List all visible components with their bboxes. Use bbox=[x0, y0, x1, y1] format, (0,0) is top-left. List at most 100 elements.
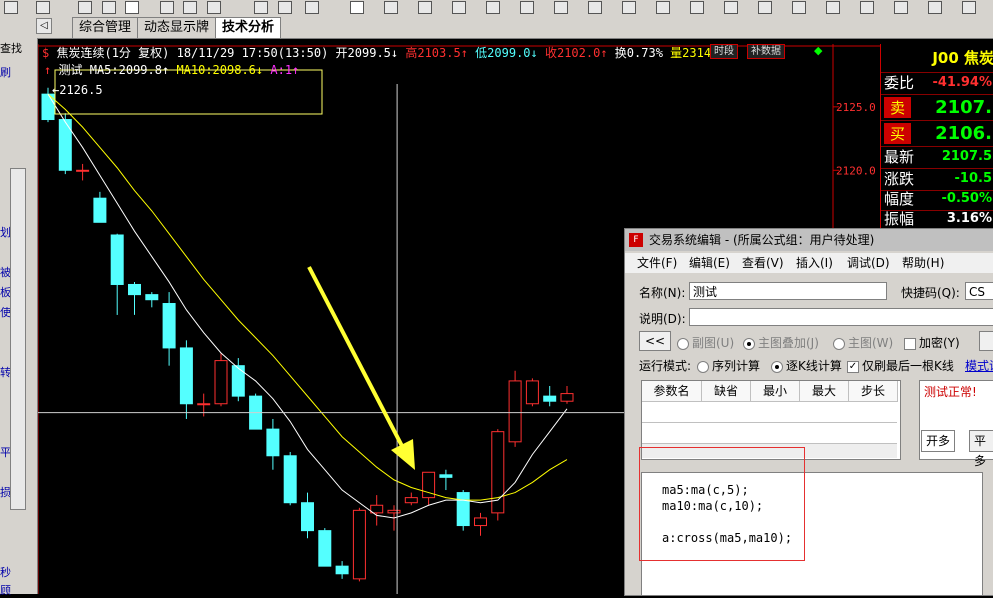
encrypt-checkbox[interactable]: 加密(Y) bbox=[904, 334, 960, 351]
candle-body bbox=[110, 234, 124, 285]
dialog-titlebar[interactable]: F 交易系统编辑 - (所属公式组：用户待处理) bbox=[625, 229, 993, 251]
radio-sequence-label: 序列计算 bbox=[712, 359, 761, 373]
param-col-min[interactable]: 最小 bbox=[751, 381, 800, 402]
param-col-step[interactable]: 步长 bbox=[849, 381, 898, 402]
tab-close-long[interactable]: 平多 bbox=[969, 430, 993, 468]
menu-edit[interactable]: 编辑(E) bbox=[689, 253, 730, 273]
quote-label: 最新 bbox=[884, 148, 915, 166]
radio-subplot-label: 副图(U) bbox=[692, 336, 735, 350]
radio-main[interactable]: 主图(W) bbox=[833, 334, 893, 351]
high-price: 高2103.5↑ bbox=[405, 46, 468, 60]
low-price: 低2099.0↓ bbox=[475, 46, 538, 60]
draw-tool-icon[interactable] bbox=[690, 1, 704, 14]
draw-tool-icon[interactable] bbox=[758, 1, 772, 14]
name-input[interactable]: 测试 bbox=[689, 282, 887, 300]
candle-body bbox=[179, 347, 193, 405]
toolbar-button-icon[interactable] bbox=[4, 1, 18, 14]
quote-title: J00 焦炭 bbox=[881, 44, 993, 73]
menu-file[interactable]: 文件(F) bbox=[637, 253, 677, 273]
mode-help-link[interactable]: 模式说 bbox=[965, 357, 993, 374]
quote-row: 买 2106. bbox=[881, 120, 993, 147]
param-col-max[interactable]: 最大 bbox=[800, 381, 849, 402]
toolbar-button-icon[interactable] bbox=[36, 1, 50, 14]
draw-tool-icon[interactable] bbox=[622, 1, 636, 14]
draw-tool-icon[interactable] bbox=[520, 1, 534, 14]
draw-tool-icon[interactable] bbox=[962, 1, 976, 14]
supplement-data-button[interactable]: 补数据 bbox=[747, 44, 785, 59]
radio-main-icon bbox=[833, 337, 845, 350]
menu-view[interactable]: 查看(V) bbox=[742, 253, 784, 273]
draw-tool-icon[interactable] bbox=[928, 1, 942, 14]
radio-per-bar-calc[interactable]: 逐K线计算 bbox=[771, 357, 842, 374]
draw-tool-icon[interactable] bbox=[554, 1, 568, 14]
app-icon: F bbox=[629, 233, 643, 247]
left-scrollbar[interactable] bbox=[10, 168, 26, 510]
tab-dynamic-board[interactable]: 动态显示牌 bbox=[137, 17, 217, 38]
radio-per-bar-icon bbox=[771, 360, 783, 373]
max-price-label: ←2126.5 bbox=[52, 83, 103, 97]
draw-tool-icon[interactable] bbox=[724, 1, 738, 14]
draw-tool-icon[interactable] bbox=[792, 1, 806, 14]
shortcut-input[interactable]: CS bbox=[965, 282, 993, 300]
tab-technical-analysis[interactable]: 技术分析 bbox=[215, 17, 282, 38]
quote-label: 委比 bbox=[884, 74, 915, 92]
param-col-default[interactable]: 缺省 bbox=[702, 381, 751, 402]
draw-tool-icon[interactable] bbox=[588, 1, 602, 14]
param-col-name[interactable]: 参数名 bbox=[642, 381, 702, 402]
cursor-icon[interactable] bbox=[350, 1, 364, 14]
draw-tool-icon[interactable] bbox=[826, 1, 840, 14]
test-status: 测试正常! bbox=[924, 385, 977, 399]
tab-general-management[interactable]: 综合管理 bbox=[72, 17, 139, 38]
zoom-icon[interactable] bbox=[254, 1, 268, 14]
toolbar-button-icon[interactable] bbox=[102, 1, 116, 14]
toolbar-button-icon[interactable] bbox=[207, 1, 221, 14]
side-button[interactable] bbox=[979, 331, 993, 351]
max-price-value: 2126.5 bbox=[59, 83, 103, 97]
left-strip-label[interactable]: 秒 bbox=[0, 564, 11, 580]
draw-tool-icon[interactable] bbox=[418, 1, 432, 14]
candle bbox=[491, 429, 505, 521]
diamond-icon[interactable]: ◆ bbox=[814, 45, 826, 57]
draw-tool-icon[interactable] bbox=[486, 1, 500, 14]
quote-label: 买 bbox=[884, 123, 912, 144]
last-bar-only-checkbox[interactable]: ✓ 仅刷最后一根K线 bbox=[847, 357, 954, 374]
draw-line-icon[interactable] bbox=[384, 1, 398, 14]
period-button[interactable]: 时段 bbox=[710, 44, 738, 59]
left-strip-label[interactable]: 查找 bbox=[0, 40, 22, 56]
clock-icon[interactable] bbox=[78, 1, 92, 14]
left-strip-label[interactable]: 顾 bbox=[0, 582, 11, 598]
menu-help[interactable]: 帮助(H) bbox=[902, 253, 944, 273]
chart-title: 焦炭连续(1分 复权) 18/11/29 17:50(13:50) bbox=[56, 46, 329, 60]
draw-tool-icon[interactable] bbox=[894, 1, 908, 14]
tab-scroll-left-icon[interactable]: ◁ bbox=[36, 18, 52, 34]
quote-row: 委比 -41.94% bbox=[881, 72, 993, 95]
y-tick-label: 2120.0 bbox=[836, 164, 876, 177]
tab-bar: ◁ 综合管理 动态显示牌 技术分析 bbox=[0, 14, 993, 39]
dollar-icon[interactable] bbox=[125, 1, 139, 14]
radio-sequence-calc[interactable]: 序列计算 bbox=[697, 357, 760, 374]
run-mode-label: 运行模式: bbox=[639, 359, 692, 373]
encrypt-label: 加密(Y) bbox=[919, 336, 960, 350]
description-input[interactable] bbox=[689, 308, 993, 326]
collapse-button[interactable]: << bbox=[639, 331, 671, 351]
tab-open-long[interactable]: 开多 bbox=[921, 430, 956, 452]
settings-icon[interactable] bbox=[305, 1, 319, 14]
radio-sequence-icon bbox=[697, 360, 709, 373]
draw-tool-icon[interactable] bbox=[452, 1, 466, 14]
toolbar-button-icon[interactable] bbox=[278, 1, 292, 14]
candle-body bbox=[145, 294, 159, 301]
candle-body bbox=[128, 283, 141, 296]
toolbar-button-icon[interactable] bbox=[160, 1, 174, 14]
indicator-a: A:1↑ bbox=[270, 63, 300, 77]
menu-insert[interactable]: 插入(I) bbox=[796, 253, 833, 273]
candle-body bbox=[197, 403, 211, 406]
indicator-up-arrow-icon: ↑ bbox=[44, 63, 52, 77]
toolbar-button-icon[interactable] bbox=[183, 1, 197, 14]
draw-tool-icon[interactable] bbox=[860, 1, 874, 14]
draw-tool-icon[interactable] bbox=[656, 1, 670, 14]
radio-main-overlay-label: 主图叠加(J) bbox=[758, 336, 819, 350]
radio-subplot[interactable]: 副图(U) bbox=[677, 334, 734, 351]
left-strip-label[interactable]: 刷 bbox=[0, 64, 11, 80]
menu-debug[interactable]: 调试(D) bbox=[847, 253, 890, 273]
radio-main-overlay[interactable]: 主图叠加(J) bbox=[743, 334, 819, 351]
